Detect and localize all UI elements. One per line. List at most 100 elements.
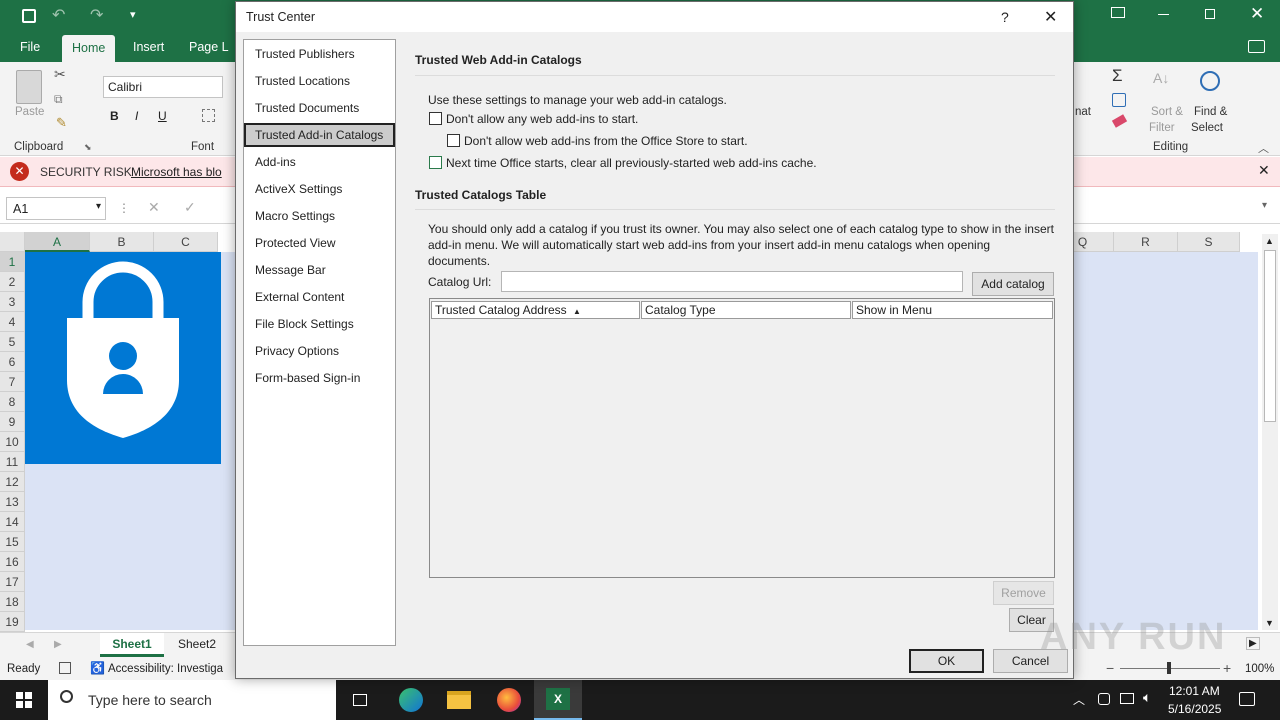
- sort-filter-label-1[interactable]: Sort &: [1151, 106, 1183, 118]
- prev-sheet-icon[interactable]: ◀: [26, 639, 34, 650]
- autosum-icon[interactable]: Σ: [1112, 66, 1123, 86]
- sort-filter-label-2[interactable]: Filter: [1149, 122, 1175, 134]
- close-icon[interactable]: ✕: [1250, 4, 1264, 24]
- disallow-all-addins-label[interactable]: Don't allow any web add-ins to start.: [446, 112, 638, 126]
- confirm-entry-icon[interactable]: ✓: [184, 199, 196, 216]
- firefox-icon[interactable]: [490, 680, 528, 720]
- macro-record-icon[interactable]: [59, 662, 71, 674]
- expand-formula-bar-icon[interactable]: ▾: [1262, 200, 1267, 211]
- format-label-fragment[interactable]: nat: [1075, 106, 1091, 118]
- row-header[interactable]: 18: [0, 592, 25, 612]
- undo-icon[interactable]: ↶: [52, 5, 65, 25]
- dialog-close-icon[interactable]: ✕: [1044, 7, 1057, 27]
- fill-icon[interactable]: [1112, 93, 1126, 107]
- bold-button[interactable]: B: [110, 109, 119, 123]
- nav-item-external-content[interactable]: External Content: [244, 285, 395, 309]
- clock-time[interactable]: 12:01 AM: [1169, 684, 1220, 698]
- remove-button[interactable]: Remove: [993, 581, 1054, 605]
- row-header[interactable]: 3: [0, 292, 25, 312]
- scroll-up-icon[interactable]: ▲: [1265, 236, 1274, 246]
- zoom-in-icon[interactable]: +: [1223, 660, 1231, 676]
- row-header[interactable]: 5: [0, 332, 25, 352]
- row-header[interactable]: 13: [0, 492, 25, 512]
- save-icon[interactable]: [22, 9, 36, 23]
- ok-button[interactable]: OK: [909, 649, 984, 673]
- row-header[interactable]: 16: [0, 552, 25, 572]
- trusted-catalogs-table[interactable]: Trusted Catalog Address ▲ Catalog Type S…: [429, 298, 1055, 578]
- tab-page-layout[interactable]: Page L: [189, 40, 229, 54]
- nav-item-activex-settings[interactable]: ActiveX Settings: [244, 177, 395, 201]
- column-header-catalog-address[interactable]: Trusted Catalog Address ▲: [431, 301, 640, 319]
- sheet-tab[interactable]: Sheet2: [178, 637, 216, 651]
- row-header[interactable]: 9: [0, 412, 25, 432]
- vertical-scrollbar[interactable]: ▲ ▼: [1262, 234, 1278, 630]
- file-explorer-icon[interactable]: [440, 680, 478, 720]
- nav-item-message-bar[interactable]: Message Bar: [244, 258, 395, 282]
- zoom-out-icon[interactable]: −: [1106, 660, 1114, 676]
- tab-insert[interactable]: Insert: [133, 40, 164, 54]
- security-risk-link[interactable]: Microsoft has blo: [131, 165, 222, 179]
- find-select-label-2[interactable]: Select: [1191, 122, 1223, 134]
- security-shield-image[interactable]: [25, 252, 221, 464]
- disallow-all-addins-checkbox[interactable]: [429, 112, 442, 125]
- nav-item-trusted-documents[interactable]: Trusted Documents: [244, 96, 395, 120]
- column-header[interactable]: R: [1114, 232, 1178, 252]
- row-header[interactable]: 4: [0, 312, 25, 332]
- row-header[interactable]: 11: [0, 452, 25, 472]
- customize-toolbar-icon[interactable]: ▾: [130, 8, 136, 21]
- task-view-icon[interactable]: [342, 680, 378, 720]
- security-bar-close-icon[interactable]: ✕: [1258, 162, 1270, 179]
- restore-icon[interactable]: [1205, 9, 1215, 19]
- disallow-store-addins-checkbox[interactable]: [447, 134, 460, 147]
- nav-item-protected-view[interactable]: Protected View: [244, 231, 395, 255]
- scroll-thumb[interactable]: [1264, 250, 1276, 422]
- hscroll-right-icon[interactable]: ▶: [1246, 637, 1260, 650]
- taskbar-search-box[interactable]: Type here to search: [48, 680, 336, 720]
- comments-icon[interactable]: [1248, 40, 1265, 53]
- redo-icon[interactable]: ↷: [90, 5, 103, 25]
- collapse-ribbon-icon[interactable]: ︿: [1258, 140, 1269, 156]
- font-name-box[interactable]: Calibri: [103, 76, 223, 98]
- row-header[interactable]: 7: [0, 372, 25, 392]
- row-header[interactable]: 15: [0, 532, 25, 552]
- find-select-label-1[interactable]: Find &: [1194, 106, 1227, 118]
- name-box[interactable]: A1 ▾: [6, 197, 106, 220]
- row-header[interactable]: 17: [0, 572, 25, 592]
- notifications-icon[interactable]: [1239, 692, 1255, 706]
- underline-button[interactable]: U: [158, 109, 167, 123]
- tab-home[interactable]: Home: [62, 35, 116, 62]
- row-header[interactable]: 14: [0, 512, 25, 532]
- catalog-url-input[interactable]: [501, 271, 963, 292]
- network-icon[interactable]: [1120, 693, 1134, 704]
- edge-icon[interactable]: [392, 680, 430, 720]
- row-header[interactable]: 10: [0, 432, 25, 452]
- excel-taskbar-icon[interactable]: X: [534, 680, 582, 720]
- nav-item-form-based-sign-in[interactable]: Form-based Sign-in: [244, 366, 395, 390]
- clear-icon[interactable]: [1111, 114, 1128, 128]
- cancel-entry-icon[interactable]: ✕: [148, 199, 160, 216]
- start-button[interactable]: [0, 680, 48, 720]
- select-all-corner[interactable]: [0, 232, 25, 252]
- zoom-slider-thumb[interactable]: [1167, 662, 1171, 674]
- accessibility-icon[interactable]: ♿: [90, 661, 105, 675]
- clear-addins-cache-label[interactable]: Next time Office starts, clear all previ…: [446, 156, 817, 170]
- minimize-icon[interactable]: [1158, 14, 1169, 15]
- column-header-catalog-type[interactable]: Catalog Type: [641, 301, 851, 319]
- scroll-down-icon[interactable]: ▼: [1265, 618, 1274, 628]
- volume-icon[interactable]: 🔈︎: [1143, 689, 1151, 706]
- accessibility-status[interactable]: Accessibility: Investiga: [108, 663, 223, 675]
- column-header[interactable]: C: [154, 232, 218, 252]
- row-header[interactable]: 12: [0, 472, 25, 492]
- clipboard-launcher-icon[interactable]: ⬊: [84, 142, 92, 153]
- clock-date[interactable]: 5/16/2025: [1168, 702, 1221, 716]
- format-painter-icon[interactable]: ✎: [56, 115, 67, 131]
- column-header[interactable]: A: [25, 232, 90, 252]
- tab-file[interactable]: File: [20, 40, 40, 54]
- sheet-tab-active[interactable]: Sheet1: [100, 633, 164, 657]
- cut-icon[interactable]: ✂: [54, 66, 66, 83]
- nav-item-privacy-options[interactable]: Privacy Options: [244, 339, 395, 363]
- add-catalog-button[interactable]: Add catalog: [972, 272, 1054, 296]
- tray-device-icon[interactable]: [1098, 693, 1110, 705]
- paste-label[interactable]: Paste: [15, 106, 44, 118]
- row-header[interactable]: 2: [0, 272, 25, 292]
